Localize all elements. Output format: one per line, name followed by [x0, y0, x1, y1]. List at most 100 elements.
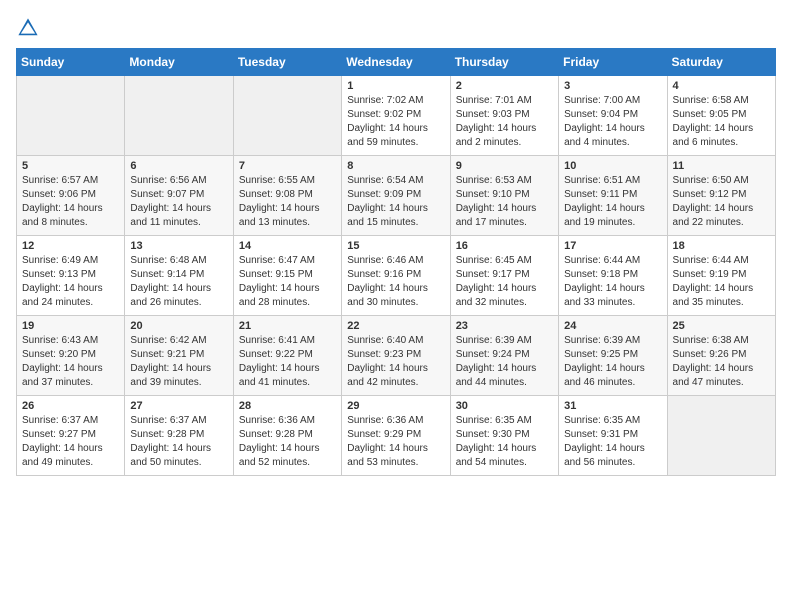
- day-info: Sunrise: 7:02 AM Sunset: 9:02 PM Dayligh…: [347, 94, 444, 150]
- day-number: 22: [347, 320, 444, 332]
- calendar-cell: 14 Sunrise: 6:47 AM Sunset: 9:15 PM Dayli…: [233, 236, 341, 316]
- day-number: 9: [456, 160, 553, 172]
- day-number: 23: [456, 320, 553, 332]
- day-number: 8: [347, 160, 444, 172]
- calendar-cell: 15 Sunrise: 6:46 AM Sunset: 9:16 PM Dayli…: [342, 236, 450, 316]
- day-number: 27: [130, 400, 227, 412]
- calendar-cell: 19 Sunrise: 6:43 AM Sunset: 9:20 PM Dayli…: [17, 316, 125, 396]
- day-number: 31: [564, 400, 661, 412]
- day-info: Sunrise: 6:54 AM Sunset: 9:09 PM Dayligh…: [347, 174, 444, 230]
- calendar-cell: [17, 76, 125, 156]
- page-header: [16, 16, 776, 40]
- day-number: 2: [456, 80, 553, 92]
- day-number: 24: [564, 320, 661, 332]
- col-header-tuesday: Tuesday: [233, 49, 341, 76]
- day-info: Sunrise: 6:40 AM Sunset: 9:23 PM Dayligh…: [347, 334, 444, 390]
- day-number: 21: [239, 320, 336, 332]
- day-info: Sunrise: 6:44 AM Sunset: 9:19 PM Dayligh…: [673, 254, 770, 310]
- day-number: 29: [347, 400, 444, 412]
- calendar-cell: 7 Sunrise: 6:55 AM Sunset: 9:08 PM Daylig…: [233, 156, 341, 236]
- day-info: Sunrise: 6:36 AM Sunset: 9:29 PM Dayligh…: [347, 414, 444, 470]
- day-info: Sunrise: 6:45 AM Sunset: 9:17 PM Dayligh…: [456, 254, 553, 310]
- calendar-cell: 25 Sunrise: 6:38 AM Sunset: 9:26 PM Dayli…: [667, 316, 775, 396]
- calendar-cell: 8 Sunrise: 6:54 AM Sunset: 9:09 PM Daylig…: [342, 156, 450, 236]
- day-number: 16: [456, 240, 553, 252]
- day-number: 20: [130, 320, 227, 332]
- day-info: Sunrise: 6:35 AM Sunset: 9:30 PM Dayligh…: [456, 414, 553, 470]
- calendar-cell: 4 Sunrise: 6:58 AM Sunset: 9:05 PM Daylig…: [667, 76, 775, 156]
- day-info: Sunrise: 6:35 AM Sunset: 9:31 PM Dayligh…: [564, 414, 661, 470]
- calendar-cell: 10 Sunrise: 6:51 AM Sunset: 9:11 PM Dayli…: [559, 156, 667, 236]
- calendar-cell: 21 Sunrise: 6:41 AM Sunset: 9:22 PM Dayli…: [233, 316, 341, 396]
- calendar-cell: 27 Sunrise: 6:37 AM Sunset: 9:28 PM Dayli…: [125, 396, 233, 476]
- day-info: Sunrise: 6:42 AM Sunset: 9:21 PM Dayligh…: [130, 334, 227, 390]
- day-info: Sunrise: 6:48 AM Sunset: 9:14 PM Dayligh…: [130, 254, 227, 310]
- calendar-cell: 16 Sunrise: 6:45 AM Sunset: 9:17 PM Dayli…: [450, 236, 558, 316]
- day-info: Sunrise: 6:51 AM Sunset: 9:11 PM Dayligh…: [564, 174, 661, 230]
- day-number: 13: [130, 240, 227, 252]
- calendar-cell: 11 Sunrise: 6:50 AM Sunset: 9:12 PM Dayli…: [667, 156, 775, 236]
- day-info: Sunrise: 6:57 AM Sunset: 9:06 PM Dayligh…: [22, 174, 119, 230]
- day-number: 1: [347, 80, 444, 92]
- day-info: Sunrise: 6:37 AM Sunset: 9:27 PM Dayligh…: [22, 414, 119, 470]
- day-number: 11: [673, 160, 770, 172]
- calendar-cell: 9 Sunrise: 6:53 AM Sunset: 9:10 PM Daylig…: [450, 156, 558, 236]
- day-info: Sunrise: 6:37 AM Sunset: 9:28 PM Dayligh…: [130, 414, 227, 470]
- col-header-thursday: Thursday: [450, 49, 558, 76]
- calendar-cell: [233, 76, 341, 156]
- day-number: 17: [564, 240, 661, 252]
- day-number: 25: [673, 320, 770, 332]
- day-info: Sunrise: 6:44 AM Sunset: 9:18 PM Dayligh…: [564, 254, 661, 310]
- calendar-cell: 23 Sunrise: 6:39 AM Sunset: 9:24 PM Dayli…: [450, 316, 558, 396]
- day-number: 5: [22, 160, 119, 172]
- day-number: 28: [239, 400, 336, 412]
- calendar-cell: 30Sunrise: 6:35 AM Sunset: 9:30 PM Dayli…: [450, 396, 558, 476]
- day-number: 3: [564, 80, 661, 92]
- day-info: Sunrise: 6:47 AM Sunset: 9:15 PM Dayligh…: [239, 254, 336, 310]
- calendar-cell: 22 Sunrise: 6:40 AM Sunset: 9:23 PM Dayli…: [342, 316, 450, 396]
- calendar-cell: 29 Sunrise: 6:36 AM Sunset: 9:29 PM Dayli…: [342, 396, 450, 476]
- day-number: 10: [564, 160, 661, 172]
- day-number: 26: [22, 400, 119, 412]
- day-info: Sunrise: 6:49 AM Sunset: 9:13 PM Dayligh…: [22, 254, 119, 310]
- day-info: Sunrise: 6:46 AM Sunset: 9:16 PM Dayligh…: [347, 254, 444, 310]
- day-info: Sunrise: 6:58 AM Sunset: 9:05 PM Dayligh…: [673, 94, 770, 150]
- day-number: 18: [673, 240, 770, 252]
- day-number: 14: [239, 240, 336, 252]
- logo-icon: [16, 16, 40, 40]
- day-number: 19: [22, 320, 119, 332]
- col-header-sunday: Sunday: [17, 49, 125, 76]
- day-info: Sunrise: 6:41 AM Sunset: 9:22 PM Dayligh…: [239, 334, 336, 390]
- logo: [16, 16, 44, 40]
- day-info: Sunrise: 6:56 AM Sunset: 9:07 PM Dayligh…: [130, 174, 227, 230]
- day-info: Sunrise: 6:43 AM Sunset: 9:20 PM Dayligh…: [22, 334, 119, 390]
- calendar-cell: 31 Sunrise: 6:35 AM Sunset: 9:31 PM Dayli…: [559, 396, 667, 476]
- day-info: Sunrise: 7:00 AM Sunset: 9:04 PM Dayligh…: [564, 94, 661, 150]
- day-info: Sunrise: 6:38 AM Sunset: 9:26 PM Dayligh…: [673, 334, 770, 390]
- calendar-cell: 12 Sunrise: 6:49 AM Sunset: 9:13 PM Dayli…: [17, 236, 125, 316]
- calendar-cell: 2Sunrise: 7:01 AM Sunset: 9:03 PM Daylig…: [450, 76, 558, 156]
- calendar-cell: 26 Sunrise: 6:37 AM Sunset: 9:27 PM Dayli…: [17, 396, 125, 476]
- day-number: 12: [22, 240, 119, 252]
- col-header-wednesday: Wednesday: [342, 49, 450, 76]
- day-info: Sunrise: 6:53 AM Sunset: 9:10 PM Dayligh…: [456, 174, 553, 230]
- calendar-table: SundayMondayTuesdayWednesdayThursdayFrid…: [16, 48, 776, 476]
- col-header-monday: Monday: [125, 49, 233, 76]
- calendar-cell: 3 Sunrise: 7:00 AM Sunset: 9:04 PM Daylig…: [559, 76, 667, 156]
- day-info: Sunrise: 6:39 AM Sunset: 9:25 PM Dayligh…: [564, 334, 661, 390]
- day-number: 15: [347, 240, 444, 252]
- day-info: Sunrise: 6:39 AM Sunset: 9:24 PM Dayligh…: [456, 334, 553, 390]
- col-header-friday: Friday: [559, 49, 667, 76]
- calendar-cell: 28 Sunrise: 6:36 AM Sunset: 9:28 PM Dayli…: [233, 396, 341, 476]
- calendar-cell: 18 Sunrise: 6:44 AM Sunset: 9:19 PM Dayli…: [667, 236, 775, 316]
- day-number: 4: [673, 80, 770, 92]
- day-number: 7: [239, 160, 336, 172]
- calendar-cell: 17 Sunrise: 6:44 AM Sunset: 9:18 PM Dayli…: [559, 236, 667, 316]
- calendar-cell: 13 Sunrise: 6:48 AM Sunset: 9:14 PM Dayli…: [125, 236, 233, 316]
- day-info: Sunrise: 6:50 AM Sunset: 9:12 PM Dayligh…: [673, 174, 770, 230]
- calendar-cell: 24 Sunrise: 6:39 AM Sunset: 9:25 PM Dayli…: [559, 316, 667, 396]
- day-number: 6: [130, 160, 227, 172]
- calendar-cell: 20 Sunrise: 6:42 AM Sunset: 9:21 PM Dayli…: [125, 316, 233, 396]
- day-info: Sunrise: 6:36 AM Sunset: 9:28 PM Dayligh…: [239, 414, 336, 470]
- day-info: Sunrise: 6:55 AM Sunset: 9:08 PM Dayligh…: [239, 174, 336, 230]
